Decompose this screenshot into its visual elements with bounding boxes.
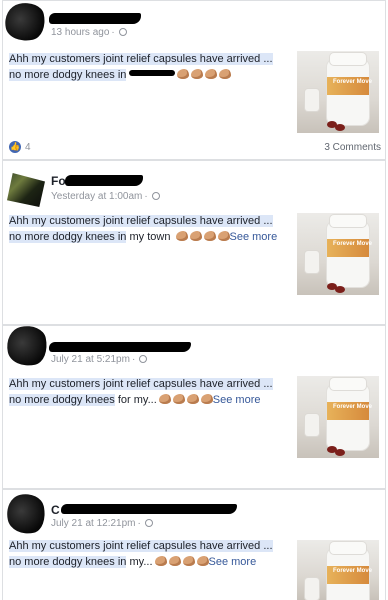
see-more-link[interactable]: See more	[230, 231, 278, 243]
flexed-biceps-emoji	[168, 556, 181, 566]
like-icon[interactable]: 👍	[9, 141, 21, 153]
post-timestamp[interactable]: 13 hours ago	[51, 27, 109, 38]
flexed-biceps-emoji	[158, 394, 171, 404]
globe-icon	[139, 355, 148, 363]
flexed-biceps-emoji	[200, 394, 213, 404]
post-text: Ahh my customers joint relief capsules h…	[9, 51, 289, 83]
capsule	[335, 286, 345, 293]
post-image[interactable]: Forever Move	[297, 51, 379, 133]
globe-icon	[118, 28, 127, 36]
redacted-name	[49, 13, 141, 24]
flexed-biceps-emoji	[205, 69, 218, 79]
name-fragment[interactable]: Fo	[51, 175, 66, 187]
flexed-biceps-emoji	[219, 69, 232, 79]
post-text-line: no more dodgy knees in	[9, 556, 127, 568]
like-count[interactable]: 4	[25, 142, 31, 153]
post-card: July 21 at 5:21pm · Ahh my customers join…	[2, 322, 386, 489]
post-text: Ahh my customers joint relief capsules h…	[9, 213, 289, 245]
bottle-cap	[330, 53, 366, 65]
post-stats: 👍 4 3 Comments	[9, 141, 381, 155]
post-text: Ahh my customers joint relief capsules h…	[9, 538, 289, 570]
avatar[interactable]	[3, 490, 49, 538]
flexed-biceps-emoji	[177, 69, 190, 79]
bottle-label-text: Forever Move	[333, 79, 373, 85]
name-fragment[interactable]: C	[51, 504, 60, 516]
capsule	[335, 449, 345, 456]
post-timestamp[interactable]: July 21 at 5:21pm	[51, 354, 130, 365]
post-text-line: for my...	[117, 394, 157, 406]
redacted-name	[49, 342, 191, 352]
post-text-line: no more dodgy knees	[9, 394, 115, 406]
post-card: Fo Yesterday at 1:00am · Ahh my customers…	[2, 160, 386, 325]
post-text-line: Ahh my customers joint relief capsules h…	[9, 540, 273, 552]
post-meta: July 21 at 12:21pm ·	[51, 518, 153, 529]
flexed-biceps-emoji	[186, 394, 199, 404]
post-image[interactable]: Forever Move	[297, 376, 379, 458]
comment-count[interactable]: 3 Comments	[324, 142, 381, 153]
small-bottle	[305, 89, 319, 111]
post-timestamp[interactable]: July 21 at 12:21pm	[51, 518, 136, 529]
flexed-biceps-emoji	[217, 231, 230, 241]
post-timestamp[interactable]: Yesterday at 1:00am	[51, 191, 142, 202]
capsule	[335, 124, 345, 131]
redacted-name	[61, 504, 237, 514]
bottle-cap	[330, 215, 366, 227]
avatar[interactable]	[7, 173, 45, 207]
bottle-label-text: Forever Move	[333, 241, 373, 247]
post-meta: Yesterday at 1:00am ·	[51, 191, 160, 202]
post-image[interactable]: Forever Move	[297, 540, 379, 600]
post-text-line: Ahh my customers joint relief capsules h…	[9, 215, 273, 227]
post-meta: 13 hours ago ·	[51, 27, 127, 38]
flexed-biceps-emoji	[175, 231, 188, 241]
flexed-biceps-emoji	[189, 231, 202, 241]
small-bottle	[305, 414, 319, 436]
post-text-line: Ahh my customers joint relief capsules h…	[9, 378, 273, 390]
bottle-label-text: Forever Move	[333, 404, 373, 410]
see-more-link[interactable]: See more	[209, 556, 257, 568]
news-feed: 13 hours ago · Ahh my customers joint rel…	[0, 0, 388, 600]
flexed-biceps-emoji	[154, 556, 167, 566]
avatar[interactable]	[1, 0, 49, 45]
globe-icon	[144, 519, 153, 527]
flexed-biceps-emoji	[182, 556, 195, 566]
post-meta: July 21 at 5:21pm ·	[51, 354, 148, 365]
post-image[interactable]: Forever Move	[297, 213, 379, 295]
bottle-label-text: Forever Move	[333, 568, 373, 574]
post-text-line: my...	[129, 556, 153, 568]
redacted-location	[129, 70, 176, 76]
bottle-cap	[330, 542, 366, 554]
post-card: 13 hours ago · Ahh my customers joint rel…	[1, 0, 386, 160]
avatar[interactable]	[3, 322, 51, 370]
post-text-line: no more dodgy knees in	[9, 231, 127, 243]
post-text-line: my town	[129, 231, 171, 243]
post-text: Ahh my customers joint relief capsules h…	[9, 376, 289, 408]
post-card: C July 21 at 12:21pm · Ahh my customers j…	[2, 489, 386, 600]
globe-icon	[151, 192, 160, 200]
bottle-cap	[330, 378, 366, 390]
post-text-line: no more dodgy knees in	[9, 69, 127, 81]
redacted-name	[65, 175, 143, 186]
flexed-biceps-emoji	[196, 556, 209, 566]
see-more-link[interactable]: See more	[213, 394, 261, 406]
flexed-biceps-emoji	[172, 394, 185, 404]
flexed-biceps-emoji	[191, 69, 204, 79]
small-bottle	[305, 251, 319, 273]
flexed-biceps-emoji	[203, 231, 216, 241]
small-bottle	[305, 578, 319, 600]
post-text-line: Ahh my customers joint relief capsules h…	[9, 53, 273, 65]
